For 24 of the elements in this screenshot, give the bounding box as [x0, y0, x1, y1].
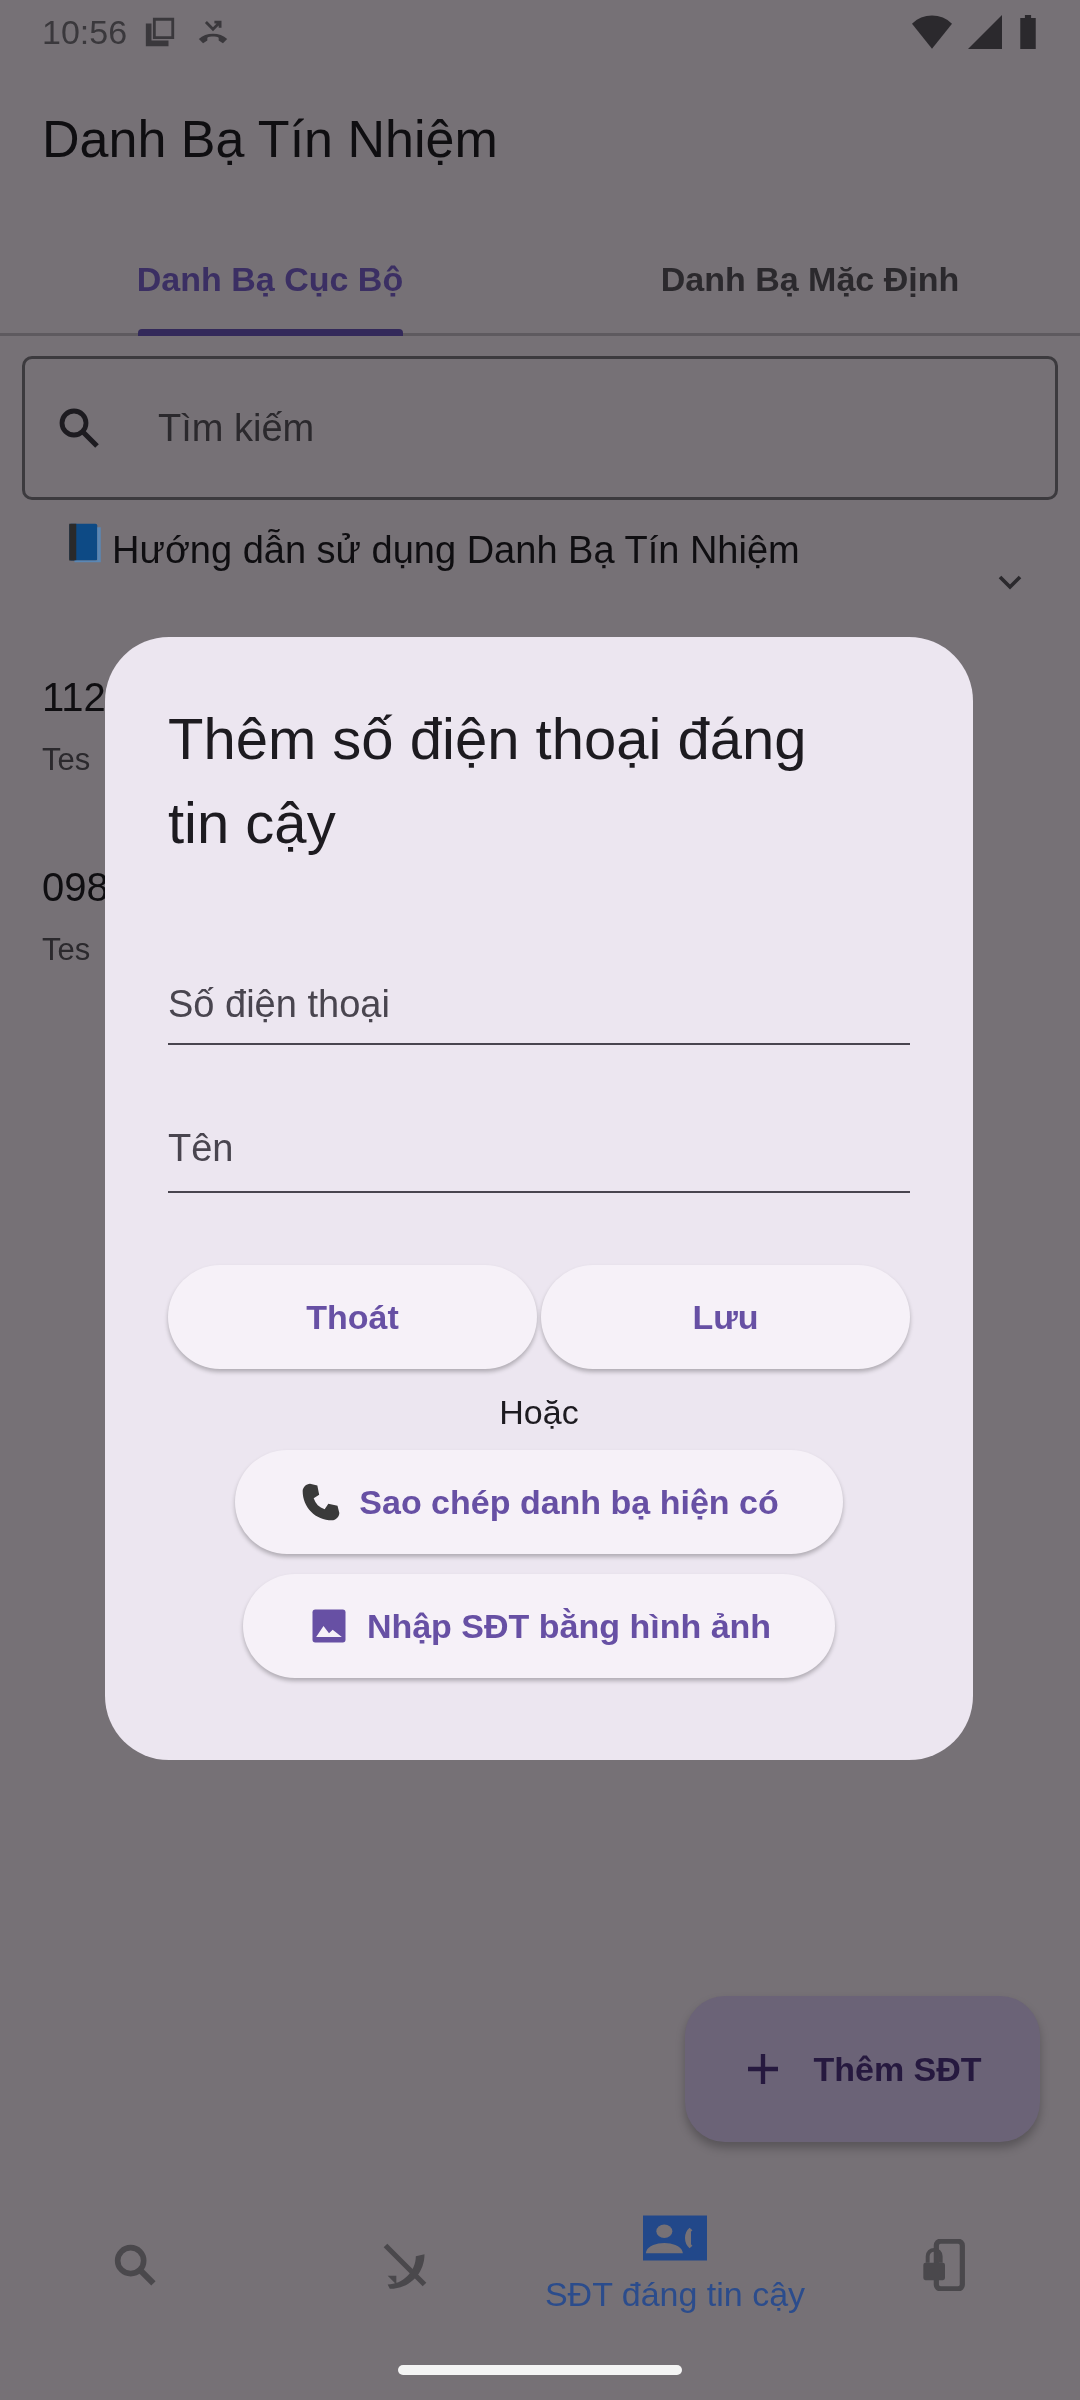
dialog-title: Thêm số điện thoại đáng tin cậy — [168, 705, 808, 857]
action-button[interactable]: Nhập SĐT bằng hình ảnh — [242, 1574, 836, 1678]
add-button[interactable]: Thêm SĐT — [685, 1996, 1040, 2142]
dialog-button[interactable]: Lưu — [541, 1265, 910, 1369]
dialog-button[interactable]: Thoát — [168, 1265, 537, 1369]
book-icon — [66, 522, 104, 564]
wifi-icon — [912, 15, 952, 49]
guide-title[interactable]: Hướng dẫn sử dụng Danh Bạ Tín Nhiệm — [112, 522, 800, 578]
input-field[interactable]: Số điện thoại — [168, 905, 910, 1045]
action-button[interactable]: Sao chép danh bạ hiện có — [235, 1450, 843, 1554]
battery-icon — [1018, 15, 1038, 49]
tab[interactable]: Danh Bạ Mặc Định — [540, 226, 1080, 333]
search-field[interactable]: Tìm kiếm — [22, 356, 1058, 500]
status-time: 10:56 — [42, 11, 128, 53]
contact-number: 098 — [41, 864, 109, 911]
contact-number: 112 — [41, 674, 106, 721]
home-indicator[interactable] — [398, 2365, 682, 2375]
tab[interactable]: Danh Bạ Cục Bộ — [0, 226, 540, 333]
input-field[interactable]: Tên — [168, 1045, 910, 1193]
contact-name: Tes — [41, 741, 91, 779]
separator-text: Hoặc — [499, 1392, 579, 1433]
signal-icon — [968, 15, 1002, 49]
contact-name: Tes — [41, 931, 91, 969]
app-title: Danh Bạ Tín Nhiệm — [41, 109, 499, 170]
